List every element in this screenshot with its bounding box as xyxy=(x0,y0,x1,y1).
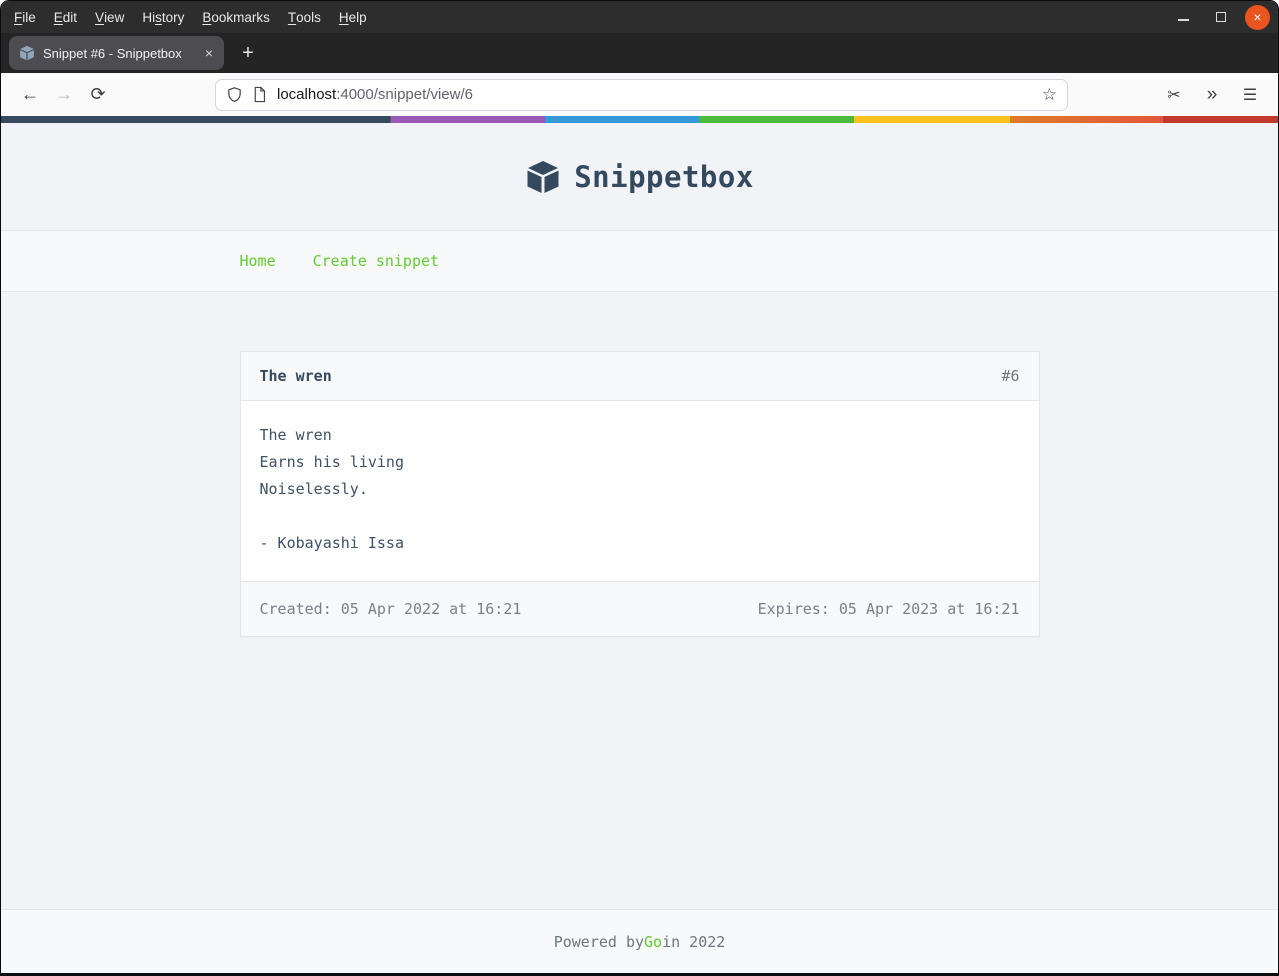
new-tab-button[interactable]: + xyxy=(232,37,264,69)
tab-title: Snippet #6 - Snippetbox xyxy=(43,46,194,61)
snippet-expires: Expires: 05 Apr 2023 at 16:21 xyxy=(758,600,1020,618)
hamburger-menu-icon[interactable]: ☰ xyxy=(1234,79,1266,111)
shield-icon[interactable] xyxy=(226,86,243,103)
site-footer: Powered by Go in 2022 xyxy=(1,909,1278,973)
menu-file[interactable]: File xyxy=(5,1,45,33)
logo-cube-icon xyxy=(525,159,561,195)
main-content: The wren #6 The wren Earns his living No… xyxy=(1,292,1278,909)
maximize-button[interactable] xyxy=(1207,3,1235,31)
screenshot-icon[interactable]: ✂ xyxy=(1158,79,1190,111)
footer-go-link[interactable]: Go xyxy=(644,933,662,951)
back-button[interactable]: ← xyxy=(13,79,47,111)
site-title[interactable]: Snippetbox xyxy=(574,160,754,194)
menu-tools[interactable]: Tools xyxy=(279,1,330,33)
url-bar[interactable]: localhost:4000/snippet/view/6 ☆ xyxy=(215,79,1068,111)
rainbow-stripe xyxy=(1,116,1278,123)
footer-text-suffix: in 2022 xyxy=(662,933,725,951)
favicon-cube-icon xyxy=(19,45,35,61)
snippet-metadata: Created: 05 Apr 2022 at 16:21 Expires: 0… xyxy=(241,581,1039,636)
tab-bar: Snippet #6 - Snippetbox × + xyxy=(1,33,1278,73)
bookmark-star-icon[interactable]: ☆ xyxy=(1042,85,1057,105)
maximize-icon xyxy=(1216,12,1226,22)
menu-view[interactable]: View xyxy=(86,1,133,33)
brand[interactable]: Snippetbox xyxy=(525,159,754,195)
navigation-toolbar: ← → ⟳ localhost:4000/snippet/view/6 ☆ ✂ … xyxy=(1,73,1278,116)
site-header: Snippetbox xyxy=(1,123,1278,230)
toolbar-right-icons: ✂ » ☰ xyxy=(1158,79,1266,111)
snippet-card-header: The wren #6 xyxy=(241,352,1039,401)
window-controls: × xyxy=(1169,3,1278,31)
minimize-icon xyxy=(1178,19,1189,21)
page-info-icon[interactable] xyxy=(252,86,267,103)
menu-edit[interactable]: Edit xyxy=(45,1,86,33)
footer-text-prefix: Powered by xyxy=(554,933,644,951)
snippet-id: #6 xyxy=(1001,367,1019,385)
nav-link-home[interactable]: Home xyxy=(240,252,276,270)
menu-history[interactable]: History xyxy=(133,1,193,33)
tab-close-icon[interactable]: × xyxy=(202,45,216,61)
url-host: localhost xyxy=(277,86,336,103)
site-nav: Home Create snippet xyxy=(1,230,1278,292)
overflow-chevron-icon[interactable]: » xyxy=(1196,79,1228,111)
minimize-button[interactable] xyxy=(1169,3,1197,31)
url-path: :4000/snippet/view/6 xyxy=(336,86,473,103)
menu-help[interactable]: Help xyxy=(330,1,376,33)
reload-button[interactable]: ⟳ xyxy=(81,79,115,111)
menu-bookmarks[interactable]: Bookmarks xyxy=(193,1,279,33)
close-button[interactable]: × xyxy=(1245,5,1270,30)
titlebar: File Edit View History Bookmarks Tools H… xyxy=(1,1,1278,33)
close-icon: × xyxy=(1253,10,1261,24)
page-content: Snippetbox Home Create snippet The wren … xyxy=(1,123,1278,973)
menubar: File Edit View History Bookmarks Tools H… xyxy=(1,1,376,33)
snippet-title: The wren xyxy=(260,367,332,385)
nav-link-create-snippet[interactable]: Create snippet xyxy=(313,252,439,270)
url-text[interactable]: localhost:4000/snippet/view/6 xyxy=(277,86,1034,103)
snippet-created: Created: 05 Apr 2022 at 16:21 xyxy=(260,600,522,618)
tab-snippetbox[interactable]: Snippet #6 - Snippetbox × xyxy=(9,36,224,70)
forward-button[interactable]: → xyxy=(47,79,81,111)
snippet-content: The wren Earns his living Noiselessly. -… xyxy=(241,401,1039,581)
browser-window: File Edit View History Bookmarks Tools H… xyxy=(0,0,1279,976)
snippet-card: The wren #6 The wren Earns his living No… xyxy=(240,351,1040,637)
